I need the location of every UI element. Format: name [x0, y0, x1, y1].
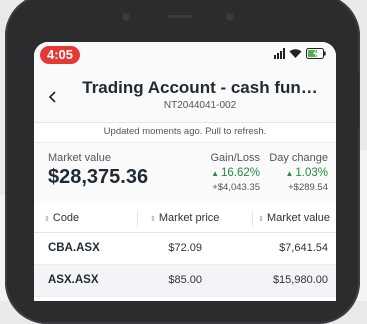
earpiece [168, 15, 192, 18]
gain-loss-amount: +$4,043.35 [212, 182, 260, 193]
table-row[interactable]: CBA.ASX $72.09 $7,641.54 [34, 233, 336, 265]
price-column-header[interactable]: ⇕ Market price [150, 212, 219, 224]
day-change-amount: +$289.54 [288, 182, 328, 193]
status-bar: 4:05 [34, 42, 336, 72]
page-header: Trading Account - cash fun… NT2044041-00… [34, 72, 336, 123]
market-value: $28,375.36 [48, 166, 149, 188]
holding-code: CBA.ASX [48, 242, 100, 254]
sensor-dot [226, 13, 234, 21]
status-icons [274, 48, 326, 59]
day-change-percent-value: 1.03% [295, 167, 328, 179]
value-column-header[interactable]: ⇕ Market value [258, 212, 330, 224]
page-title: Trading Account - cash fun… [82, 78, 318, 97]
camera-dot [122, 13, 130, 21]
up-arrow-icon: ▲ [285, 169, 294, 178]
column-divider [137, 211, 138, 227]
value-header-label: Market value [267, 212, 330, 224]
holding-code: ASX.ASX [48, 274, 99, 286]
status-time: 4:05 [40, 46, 80, 64]
code-column-header[interactable]: ⇕ Code [44, 212, 79, 224]
refresh-note: Updated moments ago. Pull to refresh. [103, 126, 267, 137]
holding-price: $85.00 [168, 274, 202, 286]
gain-loss-percent: ▲ 16.62% [211, 167, 260, 179]
price-header-label: Market price [158, 212, 220, 224]
market-value-label: Market value [48, 152, 111, 164]
day-change-percent: ▲ 1.03% [285, 167, 328, 179]
gain-loss-percent-value: 16.62% [220, 167, 260, 179]
holding-value: $7,641.54 [279, 242, 328, 254]
phone-screen: 4:05 Trading Account - cash fun… NT20440… [34, 42, 336, 301]
sort-icon: ⇕ [150, 216, 156, 223]
side-button [355, 70, 359, 130]
account-summary: Market value $28,375.36 Gain/Loss ▲ 16.62… [34, 142, 336, 203]
code-header-label: Code [52, 212, 80, 224]
battery-icon [306, 48, 326, 59]
gain-loss-label: Gain/Loss [210, 152, 260, 164]
wifi-icon [289, 48, 302, 59]
sort-icon: ⇕ [258, 216, 265, 223]
day-change-label: Day change [269, 152, 328, 164]
sort-icon: ⇕ [44, 216, 50, 223]
holding-value: $15,980.00 [272, 274, 328, 286]
table-row[interactable]: ASX.ASX $85.00 $15,980.00 [34, 265, 336, 297]
up-arrow-icon: ▲ [211, 169, 219, 178]
table-header: ⇕ Code ⇕ Market price ⇕ Market value [34, 205, 336, 233]
column-divider [252, 211, 253, 227]
holding-price: $72.09 [168, 242, 202, 254]
holdings-table: ⇕ Code ⇕ Market price ⇕ Market value CBA.AS… [34, 205, 336, 297]
account-number: NT2044041-002 [163, 100, 237, 111]
signal-icon [274, 48, 285, 59]
back-arrow-icon[interactable] [46, 90, 60, 104]
